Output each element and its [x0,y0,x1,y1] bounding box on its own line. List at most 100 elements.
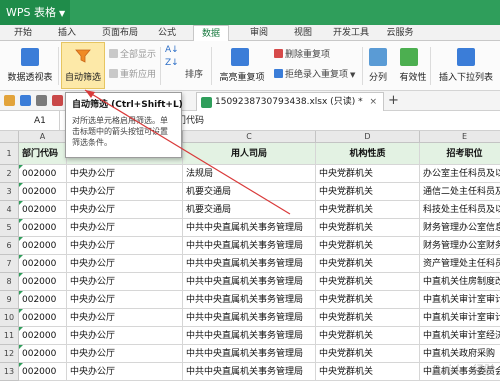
table-cell[interactable]: 中央办公厅 [67,345,183,363]
split-column-button[interactable]: 分列 [365,44,391,88]
pdf-icon[interactable] [52,95,63,106]
add-tab-button[interactable]: + [388,91,399,111]
table-cell[interactable]: 002000 [19,237,67,255]
row-header[interactable]: 7 [0,255,19,273]
row-header[interactable]: 5 [0,219,19,237]
tab-page-layout[interactable]: 页面布局 [94,25,146,41]
table-cell[interactable]: 002000 [19,255,67,273]
table-cell[interactable]: 法规局 [183,165,316,183]
select-all-corner[interactable] [0,131,19,143]
table-cell[interactable]: 002000 [19,309,67,327]
table-cell[interactable]: 002000 [19,183,67,201]
insert-dropdown-button[interactable]: 插入下拉列表 [434,44,498,88]
table-cell[interactable]: 中央党群机关 [316,309,420,327]
table-cell[interactable]: 中央党群机关 [316,201,420,219]
tab-review[interactable]: 审阅 [242,25,276,41]
tab-developer[interactable]: 开发工具 [328,25,374,41]
table-cell[interactable]: 002000 [19,201,67,219]
table-cell[interactable]: 中央办公厅 [67,255,183,273]
table-cell[interactable]: 中央办公厅 [67,363,183,381]
reapply-button[interactable]: 重新应用 [109,67,156,80]
row-header[interactable]: 13 [0,363,19,381]
table-cell[interactable]: 中央办公厅 [67,219,183,237]
table-cell[interactable]: 中央办公厅 [67,165,183,183]
table-cell[interactable]: 中直机关住房制度改 [420,273,500,291]
table-cell[interactable]: 资产管理处主任科员 [420,255,500,273]
table-cell[interactable]: 002000 [19,273,67,291]
reject-duplicates-button[interactable]: 拒绝录入重复项 ▼ [274,67,355,80]
table-cell[interactable]: 财务管理办公室信息 [420,219,500,237]
show-all-button[interactable]: 全部显示 [109,47,156,60]
tab-home[interactable]: 开始 [6,25,40,41]
name-box[interactable]: A1 [0,111,60,131]
delete-duplicates-button[interactable]: 删除重复项 [274,47,330,60]
table-cell[interactable]: 中央办公厅 [67,309,183,327]
row-header[interactable]: 6 [0,237,19,255]
autofilter-button[interactable]: 自动筛选 [62,44,104,88]
table-cell[interactable]: 办公室主任科员及以 [420,165,500,183]
table-cell[interactable]: 中央党群机关 [316,165,420,183]
row-header[interactable]: 1 [0,143,19,165]
table-cell[interactable]: 中共中央直属机关事务管理局 [183,363,316,381]
table-cell[interactable]: 中共中央直属机关事务管理局 [183,345,316,363]
table-cell[interactable]: 中央办公厅 [67,291,183,309]
highlight-duplicates-button[interactable]: 高亮重复项 [215,44,265,88]
tab-formula[interactable]: 公式 [150,25,184,41]
app-menu-button[interactable]: WPS 表格 ▼ [0,0,70,25]
tab-data[interactable]: 数据 [193,25,229,42]
row-header[interactable]: 10 [0,309,19,327]
table-header-cell[interactable]: 用人司局 [183,143,316,165]
table-cell[interactable]: 002000 [19,363,67,381]
table-cell[interactable]: 002000 [19,165,67,183]
column-header-a[interactable]: A [19,131,67,143]
table-header-cell[interactable]: 招考职位 [420,143,500,165]
column-header-c[interactable]: C [183,131,316,143]
table-cell[interactable]: 中央办公厅 [67,201,183,219]
table-cell[interactable]: 中央党群机关 [316,363,420,381]
table-cell[interactable]: 中央党群机关 [316,255,420,273]
table-cell[interactable]: 中直机关审计室经济 [420,327,500,345]
row-header[interactable]: 12 [0,345,19,363]
table-cell[interactable]: 中央办公厅 [67,327,183,345]
doc-tab-active[interactable]: 1509238730793438.xlsx (只读) * × [196,92,384,111]
table-cell[interactable]: 中央党群机关 [316,273,420,291]
pivot-table-button[interactable]: 数据透视表 [4,44,56,88]
table-header-cell[interactable]: 部门代码 [19,143,67,165]
table-cell[interactable]: 中共中央直属机关事务管理局 [183,291,316,309]
table-cell[interactable]: 中央办公厅 [67,237,183,255]
table-cell[interactable]: 中共中央直属机关事务管理局 [183,237,316,255]
sort-button[interactable]: 排序 [185,67,203,80]
column-header-d[interactable]: D [316,131,420,143]
table-cell[interactable]: 中共中央直属机关事务管理局 [183,255,316,273]
table-cell[interactable]: 中央办公厅 [67,183,183,201]
table-cell[interactable]: 002000 [19,219,67,237]
tab-view[interactable]: 视图 [286,25,320,41]
table-cell[interactable]: 中共中央直属机关事务管理局 [183,219,316,237]
table-cell[interactable]: 中共中央直属机关事务管理局 [183,273,316,291]
table-cell[interactable]: 财务管理办公室财务 [420,237,500,255]
row-header[interactable]: 3 [0,183,19,201]
table-cell[interactable]: 002000 [19,345,67,363]
tab-insert[interactable]: 插入 [50,25,84,41]
column-header-e[interactable]: E [420,131,500,143]
table-cell[interactable]: 中直机关审计室审计 [420,309,500,327]
table-cell[interactable]: 中共中央直属机关事务管理局 [183,327,316,345]
sort-desc-icon[interactable]: Z↓ [165,58,179,68]
sort-asc-icon[interactable]: A↓ [165,45,179,55]
table-cell[interactable]: 机要交通局 [183,183,316,201]
table-cell[interactable]: 通信二处主任科员及 [420,183,500,201]
table-cell[interactable]: 中央党群机关 [316,237,420,255]
table-cell[interactable]: 中共中央直属机关事务管理局 [183,309,316,327]
table-cell[interactable]: 中央党群机关 [316,183,420,201]
print-icon[interactable] [36,95,47,106]
row-header[interactable]: 11 [0,327,19,345]
spreadsheet-grid[interactable]: ABCDE1部门代码用人司局机构性质招考职位2002000中央办公厅法规局中央党… [0,131,500,381]
row-header[interactable]: 8 [0,273,19,291]
close-icon[interactable]: × [369,93,377,111]
row-header[interactable]: 4 [0,201,19,219]
table-cell[interactable]: 中直机关审计室审计 [420,291,500,309]
table-header-cell[interactable]: 机构性质 [316,143,420,165]
table-cell[interactable]: 中央办公厅 [67,273,183,291]
save-icon[interactable] [20,95,31,106]
table-cell[interactable]: 中央党群机关 [316,291,420,309]
